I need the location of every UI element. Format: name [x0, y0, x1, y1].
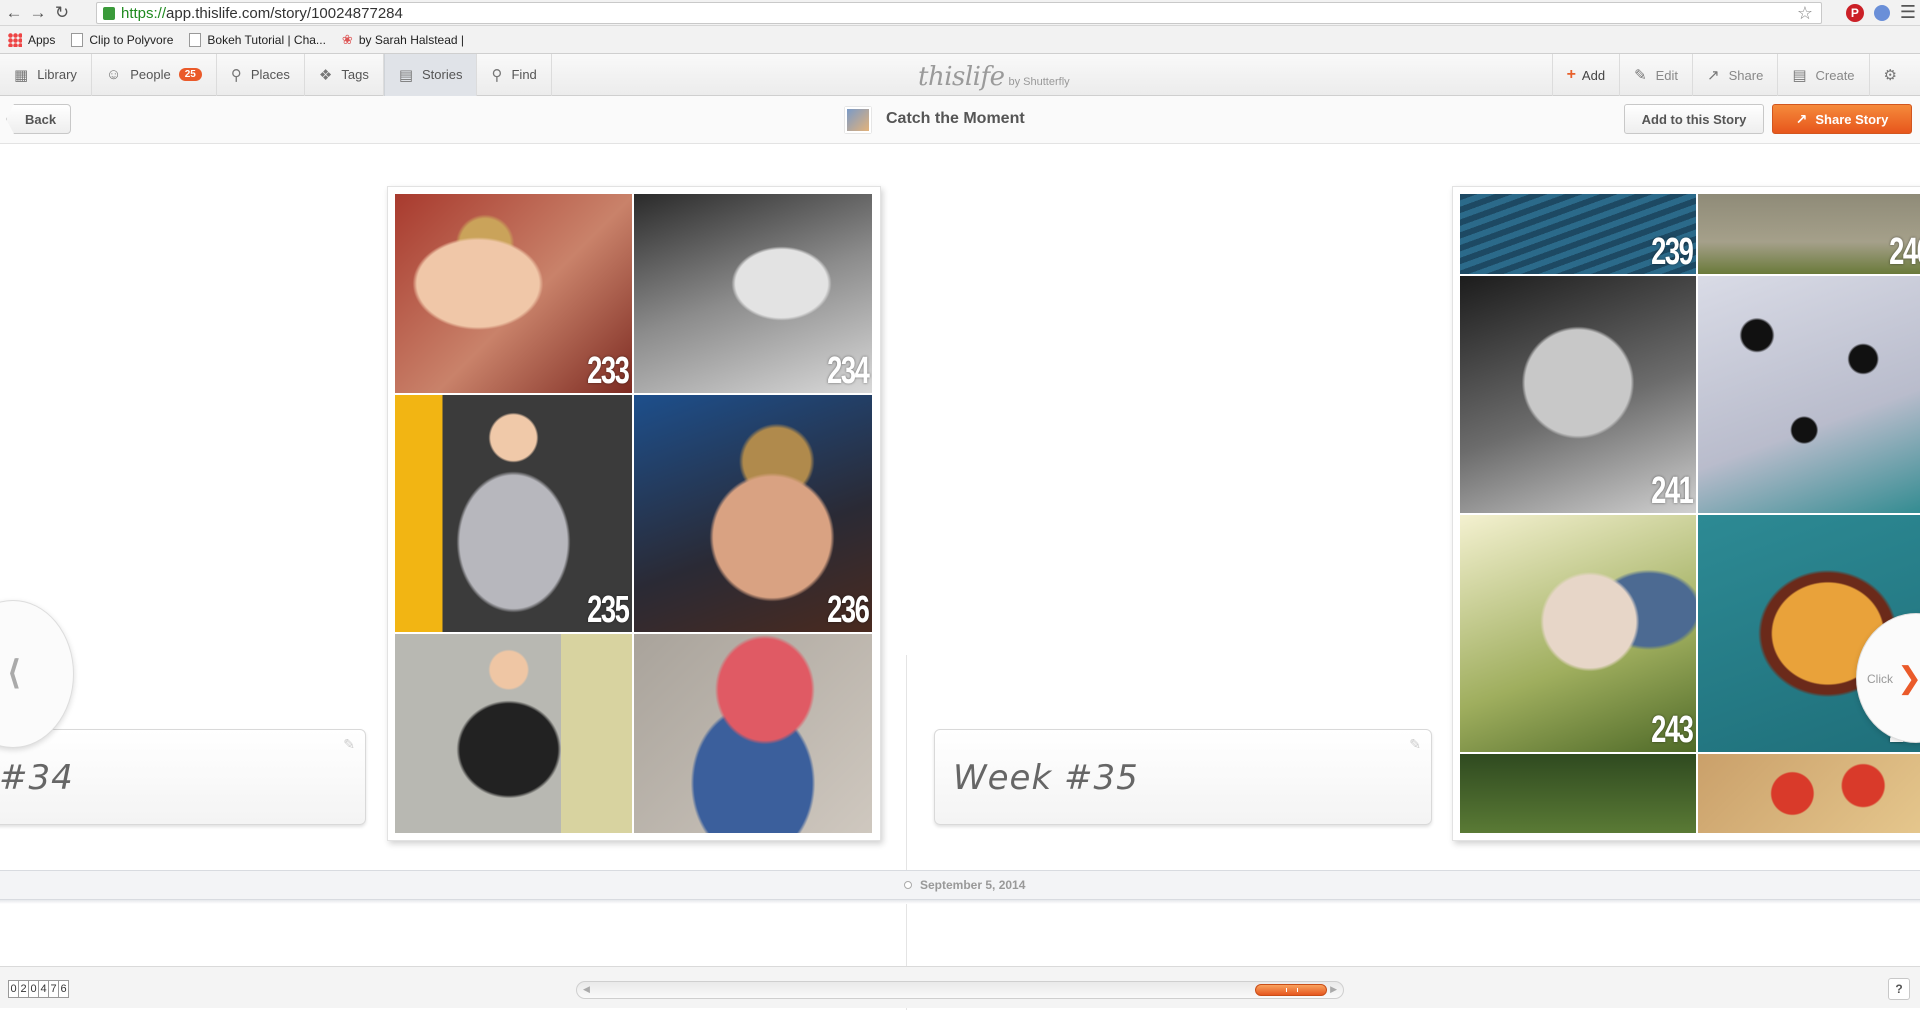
nav-add[interactable]: + Add	[1551, 54, 1619, 96]
week-label-right: Week #35	[953, 758, 1139, 798]
reload-icon[interactable]: ↻	[52, 3, 72, 23]
photo-tile[interactable]: 233	[395, 194, 632, 393]
photo-tile[interactable]: 241	[1460, 276, 1696, 513]
apps-grid-icon	[8, 32, 22, 47]
photo-number: 241	[1650, 470, 1694, 512]
photo-tile[interactable]: 234	[634, 194, 872, 393]
photo-number: 233	[586, 350, 630, 392]
back-arrow-icon[interactable]: ←	[4, 3, 24, 23]
photo-number: 236	[826, 589, 870, 631]
photo-tile[interactable]: 235	[395, 395, 632, 632]
photo-counter: 0 2 0 4 7 6	[8, 980, 69, 998]
pencil-icon: ✎	[1634, 67, 1647, 84]
bookmark-apps[interactable]: Apps	[8, 32, 55, 47]
stories-icon: ▤	[398, 66, 414, 84]
extension-icon[interactable]	[1873, 4, 1890, 21]
browser-toolbar: ← → ↻ https://app.thislife.com/story/100…	[0, 0, 1920, 26]
help-button[interactable]: ?	[1888, 978, 1910, 1000]
photo-number: 235	[586, 589, 630, 631]
create-icon: ▤	[1792, 67, 1807, 84]
plus-icon: +	[1566, 66, 1576, 83]
edit-pencil-icon[interactable]: ✎	[343, 736, 355, 753]
tag-icon: ❖	[318, 66, 333, 84]
nav-share[interactable]: ↗ Share	[1692, 54, 1777, 96]
timeline-date: September 5, 2014	[920, 878, 1026, 892]
pinterest-icon[interactable]: P	[1845, 3, 1864, 22]
story-title: Catch the Moment	[886, 110, 1025, 127]
scroll-left-icon[interactable]: ◀	[583, 984, 590, 995]
page-icon	[189, 32, 202, 47]
photo-number: 240	[1888, 231, 1920, 273]
share-icon: ↗	[1707, 67, 1720, 84]
library-icon: ▦	[14, 66, 29, 84]
photo-tile[interactable]	[395, 634, 632, 833]
photo-collage-right: 239 240 241 243 244	[1452, 186, 1920, 841]
people-count-badge: 25	[178, 68, 202, 81]
photo-tile[interactable]: 240	[1698, 194, 1920, 274]
url-text: app.thislife.com/story/10024877284	[166, 4, 403, 22]
url-scheme: https://	[121, 4, 167, 22]
nav-library[interactable]: ▦ Library	[0, 53, 92, 96]
back-button[interactable]: Back	[6, 104, 72, 134]
nav-stories[interactable]: ▤ Stories	[383, 53, 478, 96]
photo-tile[interactable]: 239	[1460, 194, 1696, 274]
photo-tile[interactable]	[1698, 754, 1920, 833]
photo-tile[interactable]: 236	[634, 395, 872, 632]
chevron-right-icon: ❯	[1897, 662, 1920, 695]
add-to-story-button[interactable]: Add to this Story	[1624, 104, 1764, 134]
photo-tile[interactable]: 243	[1460, 515, 1696, 752]
nav-places[interactable]: ⚲ Places	[217, 53, 305, 96]
browser-menu-icon[interactable]: ☰	[1900, 2, 1916, 23]
timeline-dot[interactable]	[904, 881, 912, 889]
bookmark-polyvore[interactable]: Clip to Polyvore	[71, 32, 173, 47]
address-bar[interactable]: https://app.thislife.com/story/100248772…	[96, 2, 1822, 24]
timeline-scrollbar[interactable]: ◀ ▶	[576, 981, 1344, 999]
story-thumbnail	[845, 107, 871, 133]
person-icon: ☺	[105, 66, 122, 83]
nav-create[interactable]: ▤ Create	[1777, 54, 1868, 96]
bookmark-star-icon[interactable]: ☆	[1797, 3, 1813, 24]
week-label-card-right[interactable]: Week #35 ✎	[934, 729, 1432, 825]
share-story-button[interactable]: ↗ Share Story	[1772, 104, 1912, 134]
photo-tile[interactable]	[1698, 276, 1920, 513]
double-chevron-left-icon: ⟨⟨	[7, 654, 20, 692]
photo-number: 243	[1650, 709, 1694, 751]
butterfly-icon: ❀	[341, 31, 353, 47]
map-pin-icon: ⚲	[230, 66, 242, 84]
previous-page-button[interactable]: ⟨⟨	[0, 600, 74, 748]
photo-tile[interactable]	[1460, 754, 1696, 833]
week-label-card-left[interactable]: #34 ✎	[0, 729, 366, 825]
settings-gear-icon[interactable]: ⚙	[1868, 54, 1920, 96]
page-divider	[906, 655, 907, 1010]
nav-people[interactable]: ☺ People 25	[92, 53, 217, 96]
thislife-logo: thislife by Shutterfly	[918, 62, 1070, 92]
bookmark-bokeh[interactable]: Bokeh Tutorial | Cha...	[189, 32, 326, 47]
photo-number: 234	[826, 350, 870, 392]
search-icon: ⚲	[491, 66, 503, 84]
week-label-left: #34	[0, 758, 74, 798]
bookmarks-bar: Apps Clip to Polyvore Bokeh Tutorial | C…	[0, 26, 1920, 54]
timeline-shadow	[0, 900, 1920, 904]
bookmark-halstead[interactable]: ❀ by Sarah Halstead |	[342, 32, 464, 48]
timeline-bar: September 5, 2014	[0, 870, 1920, 900]
scroll-right-icon[interactable]: ▶	[1330, 984, 1337, 995]
action-nav: + Add ✎ Edit ↗ Share ▤ Create ⚙	[1551, 54, 1920, 96]
lock-icon	[103, 6, 115, 20]
photo-collage-left: 233 234 235 236	[387, 186, 881, 841]
bottom-bar: 0 2 0 4 7 6 ◀ ▶ ?	[0, 966, 1920, 1008]
photo-tile[interactable]	[634, 634, 872, 833]
forward-arrow-icon[interactable]: →	[28, 3, 48, 23]
story-header: Back Catch the Moment Add to this Story …	[0, 96, 1920, 144]
nav-edit[interactable]: ✎ Edit	[1619, 54, 1692, 96]
story-canvas: #34 ✎ 233 234 235 236 Week #35 ✎ 239 240	[0, 145, 1920, 1010]
share-icon: ↗	[1795, 110, 1808, 127]
edit-pencil-icon[interactable]: ✎	[1409, 736, 1421, 753]
click-hint: Click	[1867, 672, 1893, 686]
nav-find[interactable]: ⚲ Find	[477, 53, 552, 96]
photo-number: 239	[1650, 231, 1694, 273]
page-icon	[71, 32, 84, 47]
scrollbar-thumb[interactable]	[1255, 984, 1327, 996]
nav-tags[interactable]: ❖ Tags	[305, 53, 384, 96]
